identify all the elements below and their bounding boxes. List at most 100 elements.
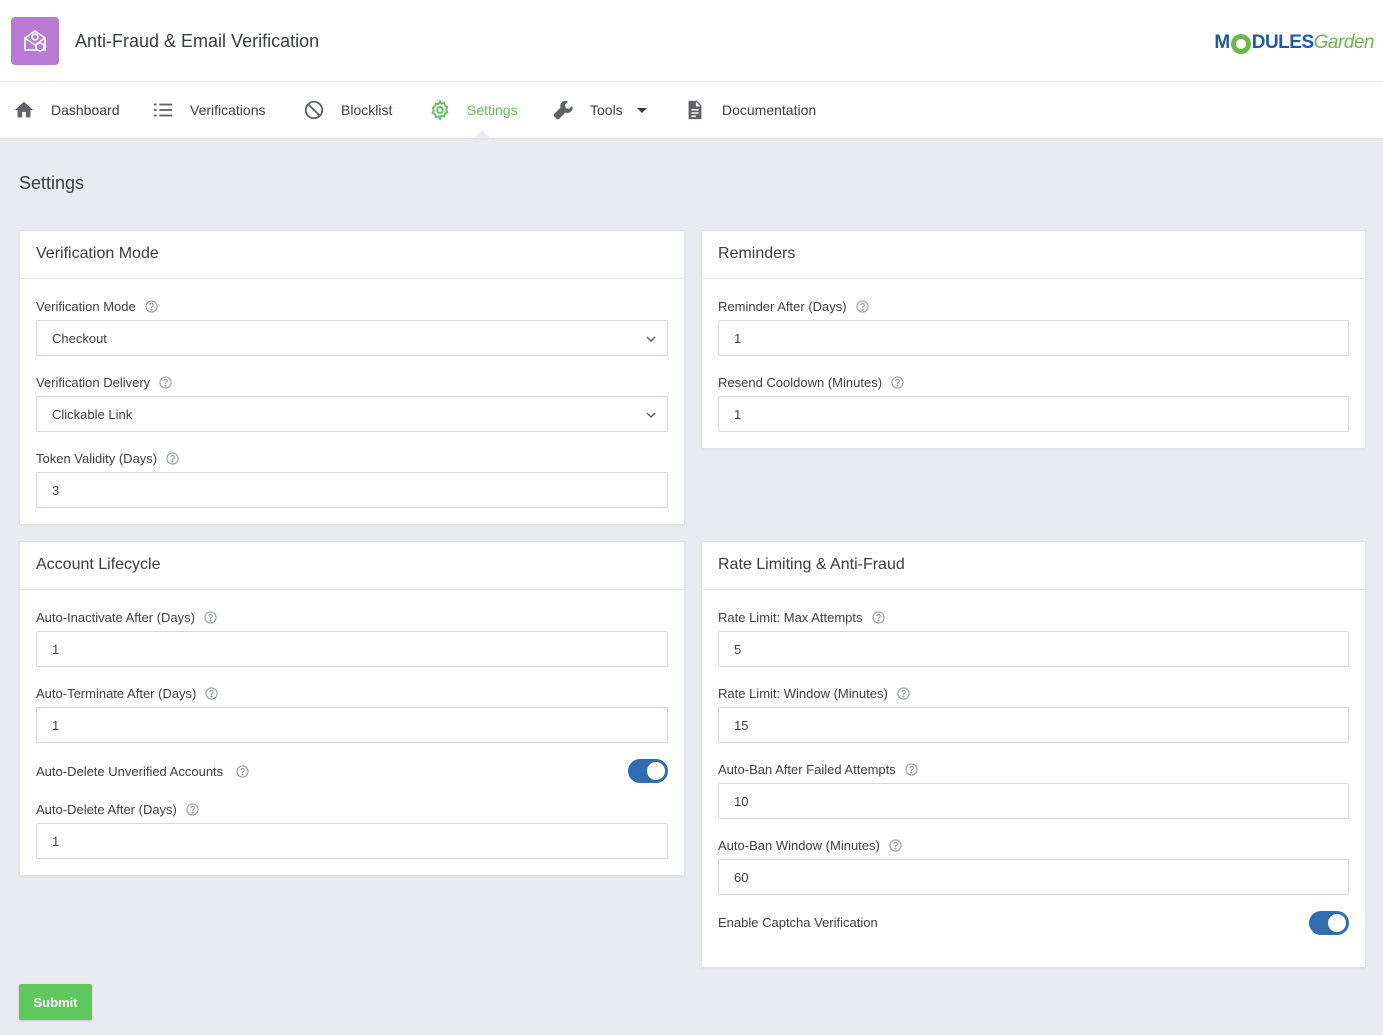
reminder-after-input[interactable]: 1 bbox=[718, 320, 1349, 356]
nav-tools-label: Tools bbox=[590, 102, 623, 118]
home-icon bbox=[14, 101, 34, 118]
verification-delivery-label: Verification Delivery bbox=[36, 375, 172, 390]
nav-blocklist[interactable]: Blocklist bbox=[303, 82, 392, 138]
help-icon[interactable] bbox=[186, 803, 199, 816]
account-lifecycle-panel: Account Lifecycle Auto-Inactivate After … bbox=[19, 541, 685, 876]
auto-ban-failed-label: Auto-Ban After Failed Attempts bbox=[718, 762, 918, 777]
brand-text-dules: DULES bbox=[1251, 32, 1314, 53]
chevron-down-icon bbox=[636, 107, 647, 113]
help-icon[interactable] bbox=[205, 687, 219, 700]
field-label-text: Auto-Ban Window (Minutes) bbox=[718, 838, 880, 853]
token-validity-input[interactable]: 3 bbox=[36, 472, 668, 508]
rate-window-input[interactable]: 15 bbox=[718, 707, 1349, 743]
nav-blocklist-label: Blocklist bbox=[341, 102, 393, 118]
field-label-text: Auto-Delete Unverified Accounts bbox=[36, 764, 224, 779]
field-label-text: Auto-Terminate After (Days) bbox=[36, 686, 197, 701]
nav-documentation-label: Documentation bbox=[722, 102, 817, 118]
brand-text-m: M bbox=[1214, 32, 1230, 53]
auto-delete-after-label: Auto-Delete After (Days) bbox=[36, 802, 199, 817]
reminder-after-label: Reminder After (Days) bbox=[718, 299, 869, 314]
field-label-text: Verification Mode bbox=[36, 299, 136, 314]
field-label-text: Enable Captcha Verification bbox=[718, 915, 878, 930]
help-icon[interactable] bbox=[204, 611, 217, 624]
field-label-text: Rate Limit: Window (Minutes) bbox=[718, 686, 888, 701]
field-label-text: Auto-Ban After Failed Attempts bbox=[718, 762, 896, 777]
panel-title: Account Lifecycle bbox=[20, 542, 684, 590]
verification-delivery-select[interactable]: Clickable Link bbox=[36, 396, 668, 432]
nav-settings-label: Settings bbox=[467, 102, 518, 118]
rate-limiting-panel: Rate Limiting & Anti-Fraud Rate Limit: M… bbox=[701, 541, 1366, 968]
input-value: 60 bbox=[734, 869, 749, 885]
field-label-text: Rate Limit: Max Attempts bbox=[718, 610, 863, 625]
list-icon bbox=[153, 103, 173, 117]
help-icon[interactable] bbox=[145, 300, 158, 313]
input-value: 5 bbox=[734, 641, 742, 657]
help-icon[interactable] bbox=[855, 300, 869, 313]
toggle-knob bbox=[1328, 914, 1346, 932]
main-nav: Dashboard Verifications Blocklist Settin… bbox=[0, 82, 1383, 138]
chevron-down-icon bbox=[646, 336, 656, 343]
brand-text-garden: Garden bbox=[1313, 32, 1375, 53]
auto-inactivate-input[interactable]: 1 bbox=[36, 631, 668, 667]
field-label-text: Auto-Inactivate After (Days) bbox=[36, 610, 195, 625]
help-icon[interactable] bbox=[236, 765, 249, 778]
auto-ban-window-label: Auto-Ban Window (Minutes) bbox=[718, 838, 902, 853]
help-icon[interactable] bbox=[891, 376, 904, 389]
auto-delete-after-input[interactable]: 1 bbox=[36, 823, 668, 859]
panel-title: Reminders bbox=[702, 231, 1365, 279]
max-attempts-label: Rate Limit: Max Attempts bbox=[718, 610, 885, 625]
auto-ban-failed-input[interactable]: 10 bbox=[718, 783, 1349, 819]
auto-delete-unverified-toggle[interactable] bbox=[628, 759, 668, 783]
wrench-icon bbox=[553, 100, 573, 120]
input-value: 1 bbox=[734, 330, 742, 346]
auto-ban-window-input[interactable]: 60 bbox=[718, 859, 1349, 895]
brand-o-icon bbox=[1230, 34, 1251, 54]
select-value: Checkout bbox=[52, 330, 107, 346]
help-icon[interactable] bbox=[905, 763, 918, 776]
help-icon[interactable] bbox=[871, 611, 885, 624]
auto-terminate-input[interactable]: 1 bbox=[36, 707, 668, 743]
input-value: 10 bbox=[734, 793, 749, 809]
nav-dashboard-label: Dashboard bbox=[51, 102, 120, 118]
input-value: 3 bbox=[52, 482, 60, 498]
nav-documentation[interactable]: Documentation bbox=[684, 82, 816, 138]
gear-icon bbox=[431, 99, 449, 121]
help-icon[interactable] bbox=[889, 839, 902, 852]
nav-verifications[interactable]: Verifications bbox=[152, 82, 265, 138]
panel-title: Verification Mode bbox=[20, 231, 684, 279]
modulesgarden-logo: M DULES Garden bbox=[1214, 30, 1375, 56]
field-label-text: Token Validity (Days) bbox=[36, 451, 158, 466]
help-icon[interactable] bbox=[897, 687, 910, 700]
resend-cooldown-label: Resend Cooldown (Minutes) bbox=[718, 375, 904, 390]
captcha-toggle[interactable] bbox=[1309, 911, 1349, 935]
nav-tools[interactable]: Tools bbox=[552, 82, 647, 138]
resend-cooldown-input[interactable]: 1 bbox=[718, 396, 1349, 432]
verification-mode-label: Verification Mode bbox=[36, 299, 158, 314]
help-icon[interactable] bbox=[159, 376, 172, 389]
app-title: Anti-Fraud & Email Verification bbox=[75, 31, 320, 51]
reminders-panel: Reminders Reminder After (Days) 1 Resend… bbox=[701, 230, 1366, 449]
captcha-label: Enable Captcha Verification bbox=[718, 915, 878, 930]
auto-inactivate-label: Auto-Inactivate After (Days) bbox=[36, 610, 217, 625]
select-value: Clickable Link bbox=[52, 406, 133, 422]
input-value: 1 bbox=[52, 717, 60, 733]
panel-title: Rate Limiting & Anti-Fraud bbox=[702, 542, 1365, 590]
rate-window-label: Rate Limit: Window (Minutes) bbox=[718, 686, 910, 701]
top-bar: Anti-Fraud & Email Verification M DULES Ga… bbox=[0, 0, 1383, 82]
field-label-text: Auto-Delete After (Days) bbox=[36, 802, 177, 817]
token-validity-label: Token Validity (Days) bbox=[36, 451, 179, 466]
verification-mode-select[interactable]: Checkout bbox=[36, 320, 668, 356]
input-value: 1 bbox=[734, 406, 742, 422]
input-value: 15 bbox=[734, 717, 749, 733]
field-label-text: Reminder After (Days) bbox=[718, 299, 847, 314]
input-value: 1 bbox=[52, 833, 60, 849]
nav-dashboard[interactable]: Dashboard bbox=[13, 82, 120, 138]
active-tab-pointer bbox=[474, 130, 490, 138]
auto-delete-unverified-label: Auto-Delete Unverified Accounts bbox=[36, 764, 249, 779]
field-label-text: Resend Cooldown (Minutes) bbox=[718, 375, 883, 390]
max-attempts-input[interactable]: 5 bbox=[718, 631, 1349, 667]
submit-button[interactable]: Submit bbox=[19, 984, 92, 1020]
help-icon[interactable] bbox=[166, 452, 179, 465]
field-label-text: Verification Delivery bbox=[36, 375, 151, 390]
document-icon bbox=[688, 100, 702, 120]
